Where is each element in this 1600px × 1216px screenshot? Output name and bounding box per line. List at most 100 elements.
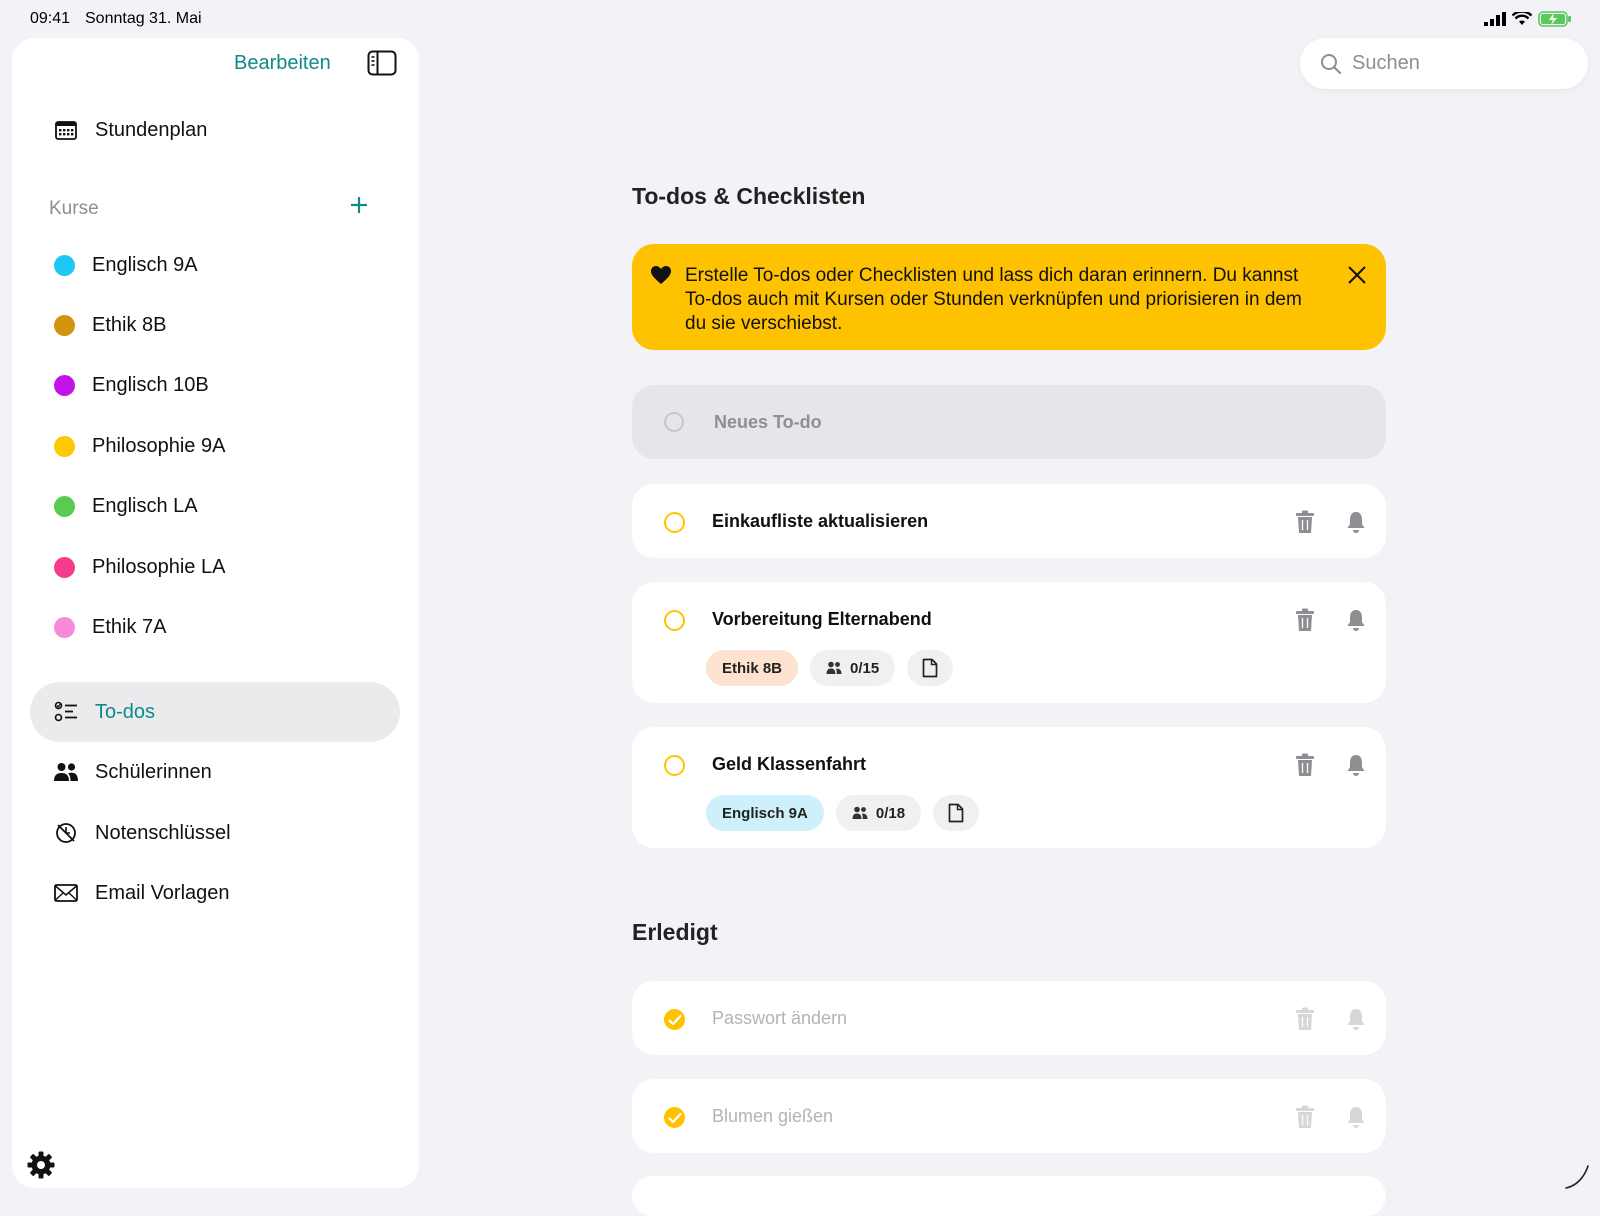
todo-checkbox[interactable] bbox=[664, 512, 685, 533]
people-icon bbox=[52, 758, 80, 786]
bell-icon[interactable] bbox=[1345, 1007, 1367, 1031]
signal-icon bbox=[1484, 12, 1506, 26]
todo-item[interactable]: Einkaufliste aktualisieren bbox=[632, 484, 1386, 558]
bell-icon[interactable] bbox=[1345, 510, 1367, 534]
todo-title: Passwort ändern bbox=[712, 1008, 848, 1028]
done-todo-item[interactable]: Passwort ändern bbox=[632, 981, 1386, 1055]
sidebar-item-label: Notenschlüssel bbox=[95, 821, 231, 844]
progress-chip[interactable]: 0/18 bbox=[835, 795, 922, 831]
settings-gear-icon[interactable] bbox=[26, 1150, 56, 1180]
battery-charging-icon bbox=[1538, 11, 1571, 27]
sidebar-item-stundenplan[interactable]: Stundenplan bbox=[30, 100, 400, 160]
grade-key-icon bbox=[52, 819, 80, 847]
course-chip[interactable]: Englisch 9A bbox=[706, 795, 824, 831]
course-color-dot bbox=[54, 314, 75, 336]
course-label: Englisch 10B bbox=[92, 373, 209, 396]
new-todo-input[interactable] bbox=[714, 411, 1314, 433]
edit-button[interactable]: Bearbeiten bbox=[234, 52, 331, 75]
todo-title: Vorbereitung Elternabend bbox=[712, 609, 932, 629]
course-label: Ethik 8B bbox=[92, 313, 167, 336]
close-icon[interactable] bbox=[1346, 264, 1368, 286]
course-color-dot bbox=[54, 254, 75, 276]
people-small-icon bbox=[826, 661, 842, 674]
todo-checkbox-checked[interactable] bbox=[664, 1107, 685, 1128]
trash-icon[interactable] bbox=[1294, 753, 1316, 777]
course-label: Englisch 9A bbox=[92, 253, 198, 276]
course-item[interactable]: Ethik 8B bbox=[30, 303, 400, 347]
course-item[interactable]: Englisch 10B bbox=[30, 363, 400, 407]
todo-checkbox-checked[interactable] bbox=[664, 1009, 685, 1030]
sidebar-item-schuelerinnen[interactable]: Schülerinnen bbox=[30, 742, 400, 802]
calendar-icon bbox=[52, 116, 80, 144]
course-item[interactable]: Englisch 9A bbox=[30, 243, 400, 287]
trash-icon[interactable] bbox=[1294, 1007, 1316, 1031]
course-color-dot bbox=[54, 435, 75, 457]
sidebar-toggle-icon[interactable] bbox=[367, 50, 397, 76]
course-color-dot bbox=[54, 616, 75, 638]
document-chip[interactable] bbox=[907, 650, 954, 686]
bell-icon[interactable] bbox=[1345, 608, 1367, 632]
status-date: Sonntag 31. Mai bbox=[85, 10, 202, 27]
progress-text: 0/15 bbox=[850, 659, 880, 677]
todo-chips: Englisch 9A 0/18 bbox=[706, 795, 980, 831]
document-icon bbox=[948, 803, 964, 823]
heart-icon bbox=[651, 266, 671, 284]
sidebar-item-label: To-dos bbox=[95, 700, 156, 723]
todo-checkbox[interactable] bbox=[664, 755, 685, 776]
course-chip[interactable]: Ethik 8B bbox=[706, 650, 799, 686]
wifi-icon bbox=[1512, 12, 1532, 25]
document-icon bbox=[922, 658, 938, 678]
search-icon bbox=[1321, 53, 1342, 74]
course-color-dot bbox=[54, 495, 75, 517]
add-course-button[interactable] bbox=[349, 192, 369, 220]
plus-icon bbox=[351, 197, 367, 213]
new-todo-row[interactable] bbox=[632, 385, 1386, 459]
course-item[interactable]: Ethik 7A bbox=[30, 605, 400, 649]
course-color-dot bbox=[54, 374, 75, 396]
sidebar-item-label: Stundenplan bbox=[95, 118, 208, 141]
progress-text: 0/18 bbox=[875, 804, 906, 822]
search-input[interactable] bbox=[1352, 52, 1572, 75]
document-chip[interactable] bbox=[933, 795, 980, 831]
course-label: Englisch LA bbox=[92, 494, 198, 517]
sidebar-item-todos[interactable]: To-dos bbox=[30, 682, 400, 742]
sidebar-item-notenschluessel[interactable]: Notenschlüssel bbox=[30, 803, 400, 863]
course-label: Philosophie 9A bbox=[92, 434, 226, 457]
course-item[interactable]: Englisch LA bbox=[30, 484, 400, 528]
todo-item[interactable]: Geld Klassenfahrt Englisch 9A 0/18 bbox=[632, 727, 1386, 848]
progress-chip[interactable]: 0/15 bbox=[810, 650, 896, 686]
todo-title: Geld Klassenfahrt bbox=[712, 754, 867, 774]
sidebar-item-email-vorlagen[interactable]: Email Vorlagen bbox=[30, 863, 400, 923]
todo-checkbox[interactable] bbox=[664, 610, 685, 631]
checklist-icon bbox=[52, 698, 80, 726]
status-icons bbox=[1484, 11, 1572, 27]
done-todo-item-partial[interactable] bbox=[632, 1176, 1386, 1216]
bell-icon[interactable] bbox=[1345, 753, 1367, 777]
trash-icon[interactable] bbox=[1294, 1105, 1316, 1129]
activity-indicator-icon bbox=[1565, 1165, 1589, 1189]
done-section-title: Erledigt bbox=[632, 919, 718, 945]
course-label: Philosophie LA bbox=[92, 555, 226, 578]
sidebar-item-label: Schülerinnen bbox=[95, 760, 212, 783]
sidebar-item-label: Email Vorlagen bbox=[95, 881, 230, 904]
todo-title: Blumen gießen bbox=[712, 1106, 834, 1126]
sidebar: Bearbeiten Stundenplan Kurse Englisch 9A… bbox=[12, 38, 419, 1188]
status-bar: 09:41 Sonntag 31. Mai bbox=[0, 0, 1600, 38]
todo-item[interactable]: Vorbereitung Elternabend Ethik 8B 0/15 bbox=[632, 582, 1386, 703]
trash-icon[interactable] bbox=[1294, 510, 1316, 534]
bell-icon[interactable] bbox=[1345, 1105, 1367, 1129]
todo-chips: Ethik 8B 0/15 bbox=[706, 650, 954, 686]
banner-text: Erstelle To-dos oder Checklisten und las… bbox=[685, 265, 1302, 334]
checkmark-icon bbox=[667, 1112, 682, 1123]
courses-section-title: Kurse bbox=[49, 198, 99, 219]
search-bar[interactable] bbox=[1300, 38, 1588, 89]
empty-circle-icon bbox=[664, 412, 684, 432]
trash-icon[interactable] bbox=[1294, 608, 1316, 632]
course-item[interactable]: Philosophie LA bbox=[30, 545, 400, 589]
course-item[interactable]: Philosophie 9A bbox=[30, 424, 400, 468]
todos-section-title: To-dos & Checklisten bbox=[632, 183, 866, 209]
course-color-dot bbox=[54, 556, 75, 578]
status-time: 09:41 bbox=[30, 10, 71, 27]
info-banner: Erstelle To-dos oder Checklisten und las… bbox=[632, 244, 1386, 350]
done-todo-item[interactable]: Blumen gießen bbox=[632, 1079, 1386, 1153]
